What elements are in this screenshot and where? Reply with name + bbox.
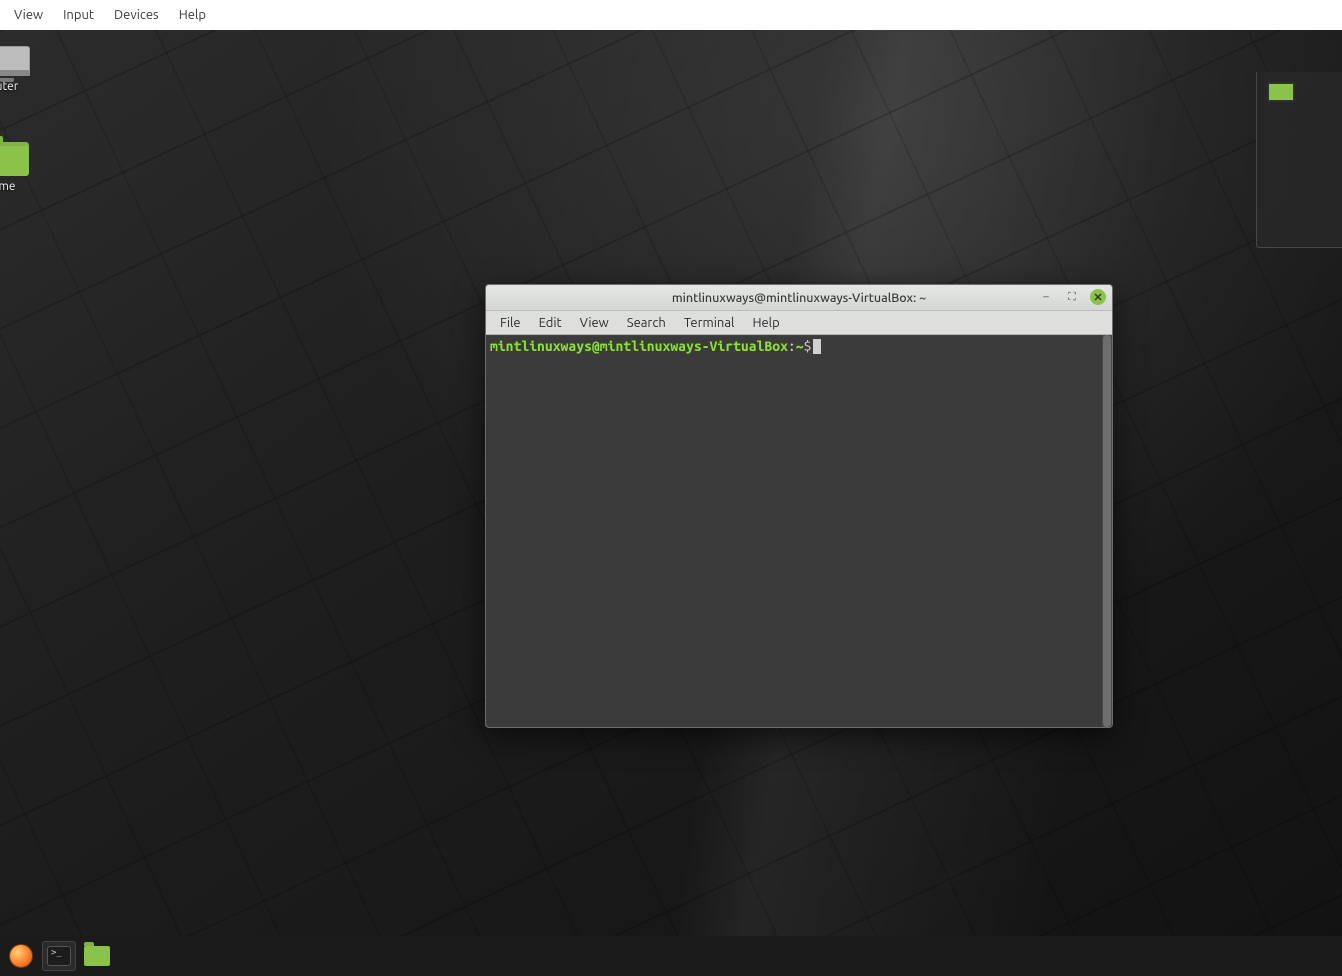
- terminal-menu-search[interactable]: Search: [619, 313, 674, 333]
- close-icon: ✕: [1093, 291, 1102, 304]
- maximize-button[interactable]: ⛶: [1064, 289, 1080, 305]
- workspace-tile-icon: [1267, 82, 1295, 102]
- window-controls: – ⛶ ✕: [1038, 289, 1106, 305]
- prompt-separator: :: [788, 338, 796, 354]
- window-title: mintlinuxways@mintlinuxways-VirtualBox: …: [672, 291, 926, 305]
- host-menu-help[interactable]: Help: [169, 4, 216, 26]
- home-folder-icon: [0, 142, 29, 176]
- scrollbar-thumb[interactable]: [1103, 335, 1111, 727]
- workspace-switcher[interactable]: [1256, 72, 1342, 248]
- desktop[interactable]: uter me mintlinuxways@mintlinuxways-Virt…: [0, 30, 1342, 976]
- terminal-window: mintlinuxways@mintlinuxways-VirtualBox: …: [485, 284, 1113, 728]
- desktop-icon-home-label: me: [0, 180, 42, 193]
- prompt-path: ~: [796, 338, 804, 354]
- firefox-icon: [9, 944, 33, 968]
- bottom-panel: [0, 936, 1342, 976]
- prompt-user-host: mintlinuxways@mintlinuxways-VirtualBox: [490, 338, 788, 354]
- terminal-menu-help[interactable]: Help: [744, 313, 787, 333]
- window-titlebar[interactable]: mintlinuxways@mintlinuxways-VirtualBox: …: [486, 285, 1112, 311]
- terminal-icon: [47, 946, 71, 966]
- terminal-menubar: File Edit View Search Terminal Help: [486, 311, 1112, 335]
- computer-icon: [0, 46, 30, 76]
- terminal-menu-edit[interactable]: Edit: [531, 313, 570, 333]
- terminal-scrollbar[interactable]: [1102, 335, 1112, 727]
- desktop-icon-computer[interactable]: uter: [0, 46, 42, 93]
- close-button[interactable]: ✕: [1090, 289, 1106, 305]
- prompt-symbol: $: [804, 338, 812, 354]
- host-menu-input[interactable]: Input: [53, 4, 104, 26]
- terminal-body[interactable]: mintlinuxways@mintlinuxways-VirtualBox:~…: [486, 335, 1112, 727]
- host-menu-view[interactable]: View: [4, 4, 53, 26]
- panel-launcher-files[interactable]: [80, 941, 114, 971]
- host-menu-devices[interactable]: Devices: [104, 4, 169, 26]
- panel-launcher-terminal[interactable]: [42, 941, 76, 971]
- host-menubar: View Input Devices Help: [0, 0, 1342, 30]
- minimize-button[interactable]: –: [1038, 289, 1054, 305]
- panel-launcher-firefox[interactable]: [4, 941, 38, 971]
- terminal-prompt-line: mintlinuxways@mintlinuxways-VirtualBox:~…: [490, 337, 1108, 355]
- terminal-menu-terminal[interactable]: Terminal: [676, 313, 743, 333]
- terminal-cursor: [813, 339, 821, 354]
- terminal-menu-view[interactable]: View: [572, 313, 617, 333]
- files-icon: [84, 946, 110, 966]
- terminal-menu-file[interactable]: File: [492, 313, 529, 333]
- desktop-icon-home[interactable]: me: [0, 142, 42, 193]
